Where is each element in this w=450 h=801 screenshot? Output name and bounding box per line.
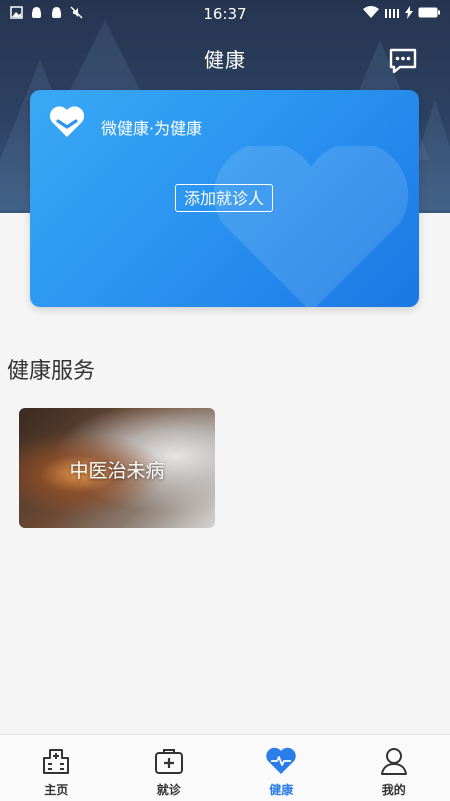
wifi-icon [363, 6, 379, 19]
section-title: 健康服务 [7, 353, 95, 385]
bottom-tab-bar: 主页 就诊 健康 我的 [0, 734, 450, 801]
medical-kit-icon [153, 745, 185, 777]
tab-label: 就诊 [113, 781, 226, 798]
message-icon[interactable] [388, 47, 418, 75]
service-card-tcm[interactable]: 中医治未病 [19, 408, 215, 528]
hospital-icon [40, 745, 72, 777]
charging-icon [405, 6, 413, 19]
tab-home[interactable]: 主页 [0, 735, 113, 801]
tab-mine[interactable]: 我的 [338, 735, 450, 801]
card-slogan: 微健康·为健康 [101, 115, 202, 139]
tab-label: 健康 [225, 781, 338, 798]
heart-pulse-icon [265, 745, 297, 777]
tab-visit[interactable]: 就诊 [113, 735, 226, 801]
heart-watermark-icon [201, 146, 419, 307]
page-title: 健康 [0, 44, 450, 73]
signal-icon [384, 6, 400, 19]
battery-icon [418, 6, 440, 19]
status-right-icons [363, 6, 440, 19]
tab-label: 主页 [0, 781, 113, 798]
service-card-label: 中医治未病 [19, 456, 215, 483]
status-bar: 16:37 [0, 0, 450, 28]
heart-logo-icon [49, 106, 85, 138]
health-card: 微健康·为健康 添加就诊人 [30, 90, 419, 307]
add-patient-button[interactable]: 添加就诊人 [175, 184, 273, 212]
tab-label: 我的 [338, 781, 450, 798]
tab-health[interactable]: 健康 [225, 735, 338, 801]
user-icon [378, 745, 410, 777]
